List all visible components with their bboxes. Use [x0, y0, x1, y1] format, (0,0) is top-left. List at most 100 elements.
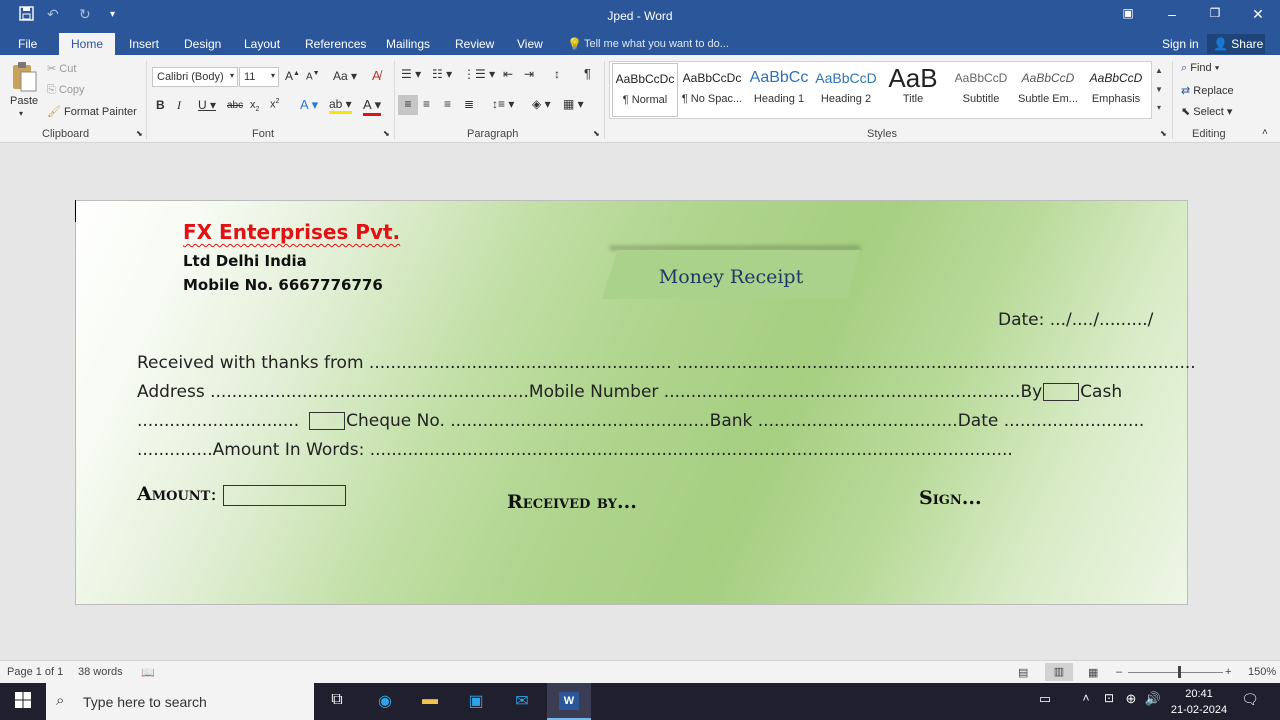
multilevel-list-icon[interactable]: ⋮☰ ▾ [463, 67, 495, 81]
read-mode-icon[interactable]: ▤ [1018, 666, 1028, 679]
zoom-in-icon[interactable]: + [1225, 666, 1231, 678]
style-no-spacing[interactable]: AaBbCcDc ¶ No Spac... [679, 63, 745, 117]
line-spacing-icon[interactable]: ↕≡ ▾ [492, 97, 514, 111]
sign-in-link[interactable]: Sign in [1162, 37, 1199, 51]
justify-icon[interactable]: ≣ [464, 97, 474, 111]
tab-view[interactable]: View [517, 37, 543, 51]
task-view-icon[interactable]: ⧉ [325, 691, 349, 713]
more-styles-icon[interactable]: ▾ [1152, 99, 1166, 117]
tab-file[interactable]: File [18, 37, 37, 51]
taskbar-search[interactable]: ⌕ Type here to search [46, 683, 314, 720]
format-painter-button[interactable]: 🖌 Format Painter [47, 105, 137, 118]
notifications-icon[interactable]: 🗨 [1238, 691, 1262, 713]
tab-layout[interactable]: Layout [244, 37, 280, 51]
scroll-down-icon[interactable]: ▼ [1152, 80, 1166, 99]
page-count[interactable]: Page 1 of 1 [7, 666, 63, 678]
collapse-ribbon-icon[interactable]: ˄ [1262, 127, 1268, 138]
volume-icon[interactable]: 🔊 [1141, 691, 1165, 713]
font-size-box[interactable]: 11 ▾ [239, 67, 279, 87]
style-title[interactable]: AaB Title [880, 63, 946, 117]
zoom-thumb[interactable] [1178, 666, 1181, 678]
tab-design[interactable]: Design [184, 37, 221, 51]
clock[interactable]: 20:41 21-02-2024 [1168, 686, 1230, 718]
paste-button[interactable] [10, 61, 38, 92]
show-formatting-icon[interactable]: ¶ [584, 66, 591, 81]
tab-references[interactable]: References [305, 37, 366, 51]
network-icon[interactable]: ⊕ [1119, 691, 1143, 713]
proofing-icon[interactable]: 📖 [141, 666, 155, 679]
select-button[interactable]: ⬉ Select ▾ [1181, 105, 1232, 118]
word-count[interactable]: 38 words [78, 666, 123, 678]
font-launcher-icon[interactable]: ⬊ [383, 129, 390, 138]
style-normal[interactable]: AaBbCcDc ¶ Normal [612, 63, 678, 117]
edge-icon[interactable]: ◉ [373, 691, 397, 713]
increase-indent-icon[interactable]: ⇥ [524, 67, 534, 81]
italic-icon[interactable]: I [177, 98, 181, 113]
bold-icon[interactable]: B [156, 98, 165, 112]
bullets-icon[interactable]: ☰ ▾ [401, 67, 421, 81]
align-left-icon[interactable]: ≡ [398, 95, 418, 115]
shrink-font-icon[interactable]: A▼ [306, 70, 320, 82]
find-button[interactable]: ⌕ Find ▾ [1181, 62, 1219, 75]
change-case-icon[interactable]: Aa ▾ [333, 69, 357, 83]
align-center-icon[interactable]: ≡ [423, 97, 430, 111]
tab-home[interactable]: Home [59, 33, 116, 55]
receipt-page[interactable]: FX Enterprises Pvt. Ltd Delhi India Mobi… [75, 200, 1196, 605]
zoom-level[interactable]: 150% [1248, 666, 1276, 678]
strikethrough-icon[interactable]: abc [227, 100, 243, 111]
shading-icon[interactable]: ◈ ▾ [532, 97, 551, 111]
replace-button[interactable]: ⇄ Replace [1181, 84, 1234, 97]
ribbon-display-options-icon[interactable]: ▣ [1118, 6, 1138, 20]
mail-icon[interactable]: ✉ [510, 691, 534, 713]
subscript-icon[interactable]: x2 [250, 99, 259, 113]
style-emphasis[interactable]: AaBbCcD Emphasis [1083, 63, 1149, 117]
print-layout-icon[interactable]: ▥ [1045, 663, 1073, 681]
windows-start-icon[interactable] [11, 691, 35, 713]
keyboard-icon[interactable]: ▭ [1033, 691, 1057, 713]
superscript-icon[interactable]: x2 [270, 98, 279, 111]
minimize-icon[interactable]: – [1162, 6, 1182, 22]
paste-dropdown-icon[interactable]: ▾ [19, 109, 23, 118]
font-name-box[interactable]: Calibri (Body) ▾ [152, 67, 238, 87]
zoom-out-icon[interactable]: – [1116, 666, 1122, 678]
decrease-indent-icon[interactable]: ⇤ [503, 67, 513, 81]
numbering-icon[interactable]: ☷ ▾ [432, 67, 452, 81]
file-explorer-icon[interactable]: ▬ [418, 691, 442, 713]
scroll-up-icon[interactable]: ▲ [1152, 61, 1166, 80]
tab-review[interactable]: Review [455, 37, 494, 51]
cut-button[interactable]: ✂ Cut [47, 62, 76, 75]
share-button[interactable]: 👤 Share [1207, 34, 1265, 54]
styles-launcher-icon[interactable]: ⬊ [1160, 129, 1167, 138]
style-subtitle[interactable]: AaBbCcD Subtitle [948, 63, 1014, 117]
word-taskbar-button[interactable]: W [547, 683, 591, 720]
zoom-slider[interactable] [1128, 672, 1223, 673]
align-right-icon[interactable]: ≡ [444, 97, 451, 111]
close-icon[interactable]: ✕ [1248, 6, 1268, 23]
style-subtle-emphasis[interactable]: AaBbCcD Subtle Em... [1015, 63, 1081, 117]
highlight-icon[interactable]: ab ▾ [329, 97, 352, 114]
cash-checkbox[interactable] [1043, 383, 1080, 401]
tell-me-box[interactable]: Tell me what you want to do... [584, 38, 729, 50]
styles-scroll[interactable]: ▲ ▼ ▾ [1151, 61, 1166, 119]
meet-now-icon[interactable]: ⊡ [1097, 691, 1121, 713]
web-layout-icon[interactable]: ▦ [1088, 666, 1098, 679]
amount-box[interactable] [222, 484, 346, 506]
tab-mailings[interactable]: Mailings [386, 37, 430, 51]
tab-insert[interactable]: Insert [129, 37, 159, 51]
style-heading-1[interactable]: AaBbCc Heading 1 [746, 63, 812, 117]
restore-icon[interactable]: ❐ [1205, 6, 1225, 20]
grow-font-icon[interactable]: A▲ [285, 69, 300, 83]
sort-icon[interactable]: ↕ [554, 67, 560, 81]
borders-icon[interactable]: ▦ ▾ [563, 97, 584, 111]
store-icon[interactable]: ▣ [464, 691, 488, 713]
paragraph-launcher-icon[interactable]: ⬊ [593, 129, 600, 138]
clipboard-launcher-icon[interactable]: ⬊ [136, 129, 143, 138]
underline-icon[interactable]: U ▾ [198, 98, 216, 112]
copy-button[interactable]: ⎘ Copy [47, 84, 85, 97]
cheque-checkbox[interactable] [309, 412, 346, 430]
style-heading-2[interactable]: AaBbCcD Heading 2 [813, 63, 879, 117]
text-effects-icon[interactable]: A ▾ [300, 97, 318, 113]
font-color-icon[interactable]: A ▾ [363, 97, 382, 116]
show-hidden-icons-icon[interactable]: ˄ [1074, 691, 1098, 713]
clear-formatting-icon[interactable]: A̸ [372, 68, 381, 83]
